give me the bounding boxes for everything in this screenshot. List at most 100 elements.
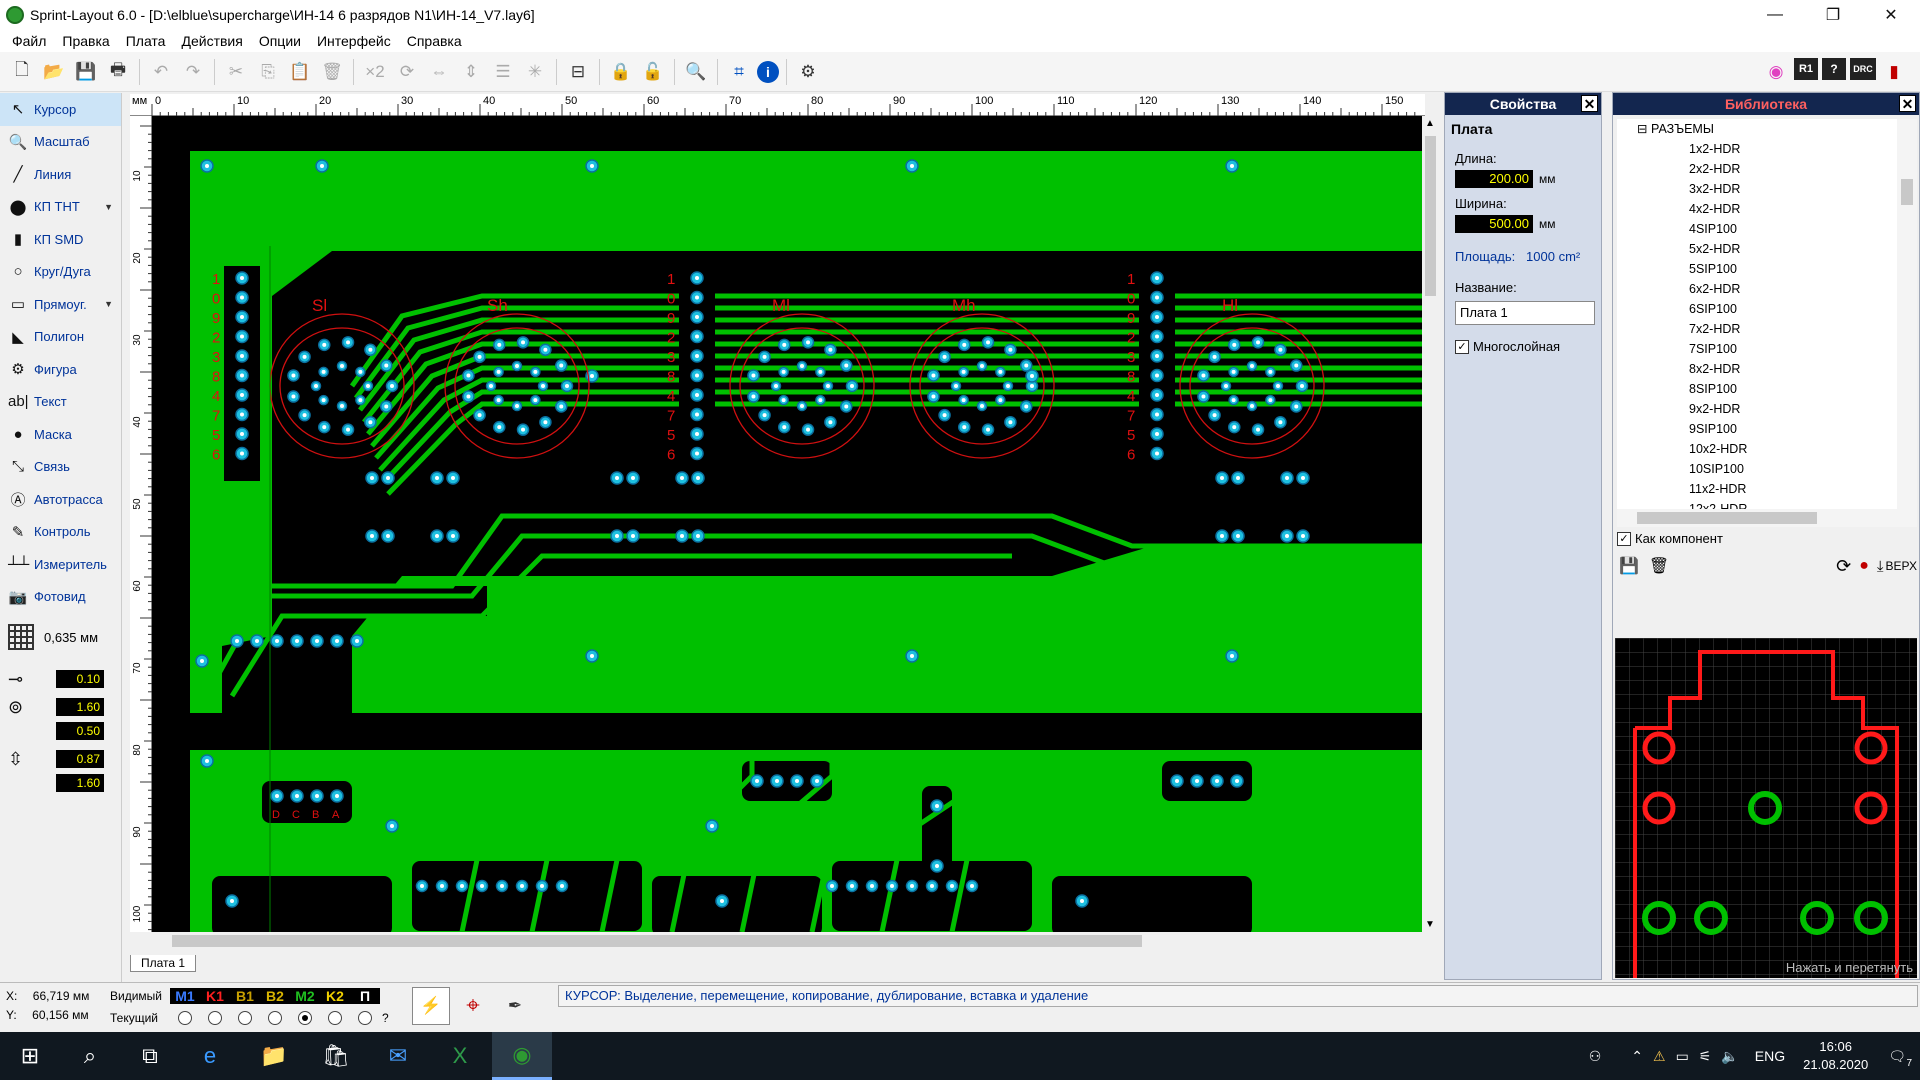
layer-5-current-radio[interactable] bbox=[328, 1011, 342, 1025]
help-chip-icon[interactable]: ? bbox=[1822, 58, 1846, 80]
menu-help[interactable]: Справка bbox=[399, 33, 470, 49]
snap-icon[interactable]: ✳ bbox=[521, 58, 549, 86]
print-icon[interactable]: 🖶 bbox=[104, 58, 132, 86]
library-side-icon[interactable]: ● bbox=[1859, 557, 1869, 575]
tool-dropdown-icon[interactable]: ▼ bbox=[104, 299, 113, 309]
layer-3-toggle[interactable]: B2 bbox=[260, 988, 290, 1004]
library-save-icon[interactable]: 💾 bbox=[1619, 556, 1639, 576]
windows-start-icon[interactable]: ⊞ bbox=[0, 1032, 60, 1080]
save-icon[interactable]: 💾 bbox=[72, 58, 100, 86]
tool-14[interactable]: ┴┴ Измеритель bbox=[0, 548, 121, 581]
length-field[interactable]: 200.00 bbox=[1455, 170, 1533, 188]
search-icon[interactable]: ⌕ bbox=[60, 1032, 120, 1080]
zoom-icon[interactable]: 🔍 bbox=[682, 58, 710, 86]
library-item[interactable]: 1x2-HDR bbox=[1617, 139, 1897, 159]
component-preview[interactable]: Нажать и перетянуть bbox=[1615, 638, 1917, 978]
network-warning-icon[interactable]: ⚠ bbox=[1653, 1048, 1666, 1065]
menu-file[interactable]: Файл bbox=[4, 33, 54, 49]
battery-icon[interactable]: ▭ bbox=[1676, 1048, 1689, 1065]
library-rotate-icon[interactable]: ⟳ bbox=[1836, 556, 1851, 577]
tool-4[interactable]: ▮ КП SMD bbox=[0, 223, 121, 256]
layer-3-current-radio[interactable] bbox=[268, 1011, 282, 1025]
smd-width-value[interactable]: 0.87 bbox=[56, 750, 104, 768]
tool-11[interactable]: ⤡ Связь bbox=[0, 451, 121, 484]
lock-icon[interactable]: 🔒 bbox=[607, 58, 635, 86]
library-item[interactable]: 12x2-HDR bbox=[1617, 499, 1897, 509]
as-component-checkbox[interactable]: ✓ bbox=[1617, 531, 1631, 546]
layer-0-toggle[interactable]: M1 bbox=[170, 988, 200, 1004]
target-icon[interactable]: ⌖ bbox=[454, 987, 492, 1025]
tool-12[interactable]: Ⓐ Автотрасса bbox=[0, 483, 121, 516]
library-item[interactable]: 7x2-HDR bbox=[1617, 319, 1897, 339]
canvas-vscroll[interactable]: ▲ ▼ bbox=[1422, 116, 1439, 932]
r1-icon[interactable]: R1 bbox=[1794, 58, 1818, 80]
library-vscroll[interactable] bbox=[1897, 119, 1917, 509]
layer-6-current-radio[interactable] bbox=[358, 1011, 372, 1025]
library-item[interactable]: 11x2-HDR bbox=[1617, 479, 1897, 499]
settings-gear-icon[interactable]: ⚙ bbox=[794, 58, 822, 86]
connector-tool-icon[interactable]: ⚡ bbox=[412, 987, 450, 1025]
layer-4-current-radio[interactable] bbox=[298, 1011, 312, 1025]
tool-5[interactable]: ○ Круг/Дуга bbox=[0, 256, 121, 289]
redo-icon[interactable]: ↷ bbox=[179, 58, 207, 86]
file-explorer-icon[interactable]: 📁 bbox=[244, 1032, 304, 1080]
smd-height-value[interactable]: 1.60 bbox=[56, 774, 104, 792]
layer-2-current-radio[interactable] bbox=[238, 1011, 252, 1025]
library-import-icon[interactable]: ⤓ bbox=[1877, 558, 1884, 575]
library-item[interactable]: 8x2-HDR bbox=[1617, 359, 1897, 379]
excel-icon[interactable]: X bbox=[430, 1032, 490, 1080]
tool-8[interactable]: ⚙ Фигура bbox=[0, 353, 121, 386]
pad-outer-value[interactable]: 1.60 bbox=[56, 698, 104, 716]
pad-inner-value[interactable]: 0.50 bbox=[56, 722, 104, 740]
tool-15[interactable]: 📷 Фотовид bbox=[0, 581, 121, 614]
library-hscroll[interactable] bbox=[1617, 509, 1917, 527]
library-item[interactable]: 9x2-HDR bbox=[1617, 399, 1897, 419]
paste-icon[interactable]: 📋 bbox=[286, 58, 314, 86]
width-field[interactable]: 500.00 bbox=[1455, 215, 1533, 233]
tool-9[interactable]: ab| Текст bbox=[0, 386, 121, 419]
mirror-v-icon[interactable]: ⇕ bbox=[457, 58, 485, 86]
library-item[interactable]: 8SIP100 bbox=[1617, 379, 1897, 399]
crop-icon[interactable]: ⌗ bbox=[725, 58, 753, 86]
align-icon[interactable]: ☰ bbox=[489, 58, 517, 86]
language-indicator[interactable]: ENG bbox=[1755, 1048, 1785, 1064]
tool-0[interactable]: ↖ Курсор bbox=[0, 93, 121, 126]
library-item[interactable]: 10SIP100 bbox=[1617, 459, 1897, 479]
pcb-canvas[interactable]: Sl Sh Ml Mh Hl 1 0 9 2 3 8 4 7 5 6 1 0 9 2 3 8 4 7 5 6 1 0 9 2 3 8 4 7 5 6… bbox=[152, 116, 1422, 932]
volume-icon[interactable]: 🔈 bbox=[1721, 1048, 1738, 1065]
menu-actions[interactable]: Действия bbox=[173, 33, 250, 49]
tool-dropdown-icon[interactable]: ▼ bbox=[104, 202, 113, 212]
scroll-up-icon[interactable]: ▲ bbox=[1425, 118, 1435, 129]
layer-1-toggle[interactable]: K1 bbox=[200, 988, 230, 1004]
library-item[interactable]: 7SIP100 bbox=[1617, 339, 1897, 359]
smd-size-icon[interactable]: ⇳ bbox=[8, 749, 38, 770]
layer-5-toggle[interactable]: K2 bbox=[320, 988, 350, 1004]
mail-icon[interactable]: ✉ bbox=[368, 1032, 428, 1080]
layer-0-current-radio[interactable] bbox=[178, 1011, 192, 1025]
library-item[interactable]: 5x2-HDR bbox=[1617, 239, 1897, 259]
tool-10[interactable]: ● Маска bbox=[0, 418, 121, 451]
layer-2-toggle[interactable]: B1 bbox=[230, 988, 260, 1004]
library-item[interactable]: 4SIP100 bbox=[1617, 219, 1897, 239]
sprint-layout-taskbar-icon[interactable]: ◉ bbox=[492, 1032, 552, 1080]
copy-icon[interactable]: ⎘ bbox=[254, 58, 282, 86]
library-item[interactable]: 6SIP100 bbox=[1617, 299, 1897, 319]
delete-icon[interactable]: 🗑 bbox=[318, 58, 346, 86]
menu-edit[interactable]: Правка bbox=[54, 33, 117, 49]
tool-6[interactable]: ▭ Прямоуг. ▼ bbox=[0, 288, 121, 321]
probe-icon[interactable]: ✒ bbox=[496, 987, 534, 1025]
menu-interface[interactable]: Интерфейс bbox=[309, 33, 399, 49]
library-item[interactable]: 2x2-HDR bbox=[1617, 159, 1897, 179]
hscroll-thumb[interactable] bbox=[172, 935, 1142, 947]
track-width-icon[interactable]: ⊸ bbox=[8, 669, 38, 690]
cut-icon[interactable]: ✂ bbox=[222, 58, 250, 86]
undo-icon[interactable]: ↶ bbox=[147, 58, 175, 86]
layer-1-current-radio[interactable] bbox=[208, 1011, 222, 1025]
layers-icon[interactable]: ⊟ bbox=[564, 58, 592, 86]
library-item[interactable]: 10x2-HDR bbox=[1617, 439, 1897, 459]
tool-13[interactable]: ✎ Контроль bbox=[0, 516, 121, 549]
menu-options[interactable]: Опции bbox=[251, 33, 309, 49]
track-width-value[interactable]: 0.10 bbox=[56, 670, 104, 688]
library-delete-icon[interactable]: 🗑 bbox=[1649, 556, 1669, 576]
library-item[interactable]: 3x2-HDR bbox=[1617, 179, 1897, 199]
